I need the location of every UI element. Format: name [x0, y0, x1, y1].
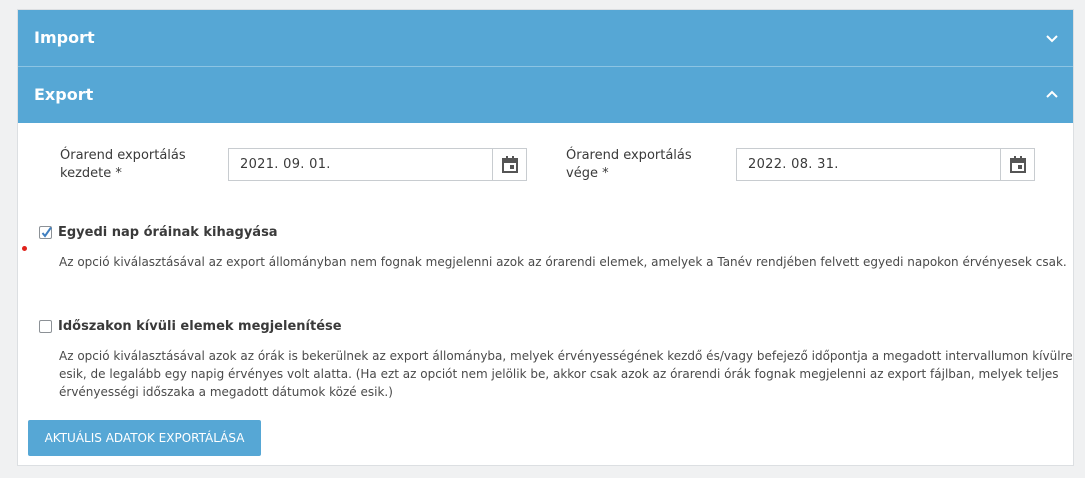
- out-of-range-label[interactable]: Időszakon kívüli elemek megjelenítése: [58, 318, 342, 336]
- settings-panel: Import Export Órarend exportálás kezdete…: [17, 9, 1074, 466]
- start-date-label: Órarend exportálás kezdete *: [60, 148, 186, 181]
- required-marker-dot: [22, 246, 27, 251]
- out-of-range-checkbox[interactable]: [39, 320, 52, 333]
- skip-custom-days-description: Az opció kiválasztásával az export állom…: [59, 255, 1067, 269]
- export-title: Export: [34, 85, 94, 104]
- end-date-calendar-button[interactable]: [1000, 149, 1034, 180]
- end-date-value: 2022. 08. 31.: [748, 157, 839, 172]
- calendar-icon: [502, 156, 518, 173]
- out-of-range-description-line-3: érvényességi időszaka a megadott dátumok…: [59, 385, 393, 399]
- chevron-down-icon[interactable]: [1045, 32, 1059, 44]
- start-date-value: 2021. 09. 01.: [240, 157, 331, 172]
- calendar-icon: [1010, 156, 1026, 173]
- start-date-field[interactable]: 2021. 09. 01.: [228, 148, 527, 181]
- export-current-data-button[interactable]: AKTUÁLIS ADATOK EXPORTÁLÁSA: [28, 420, 261, 456]
- checkmark-icon: [41, 226, 52, 238]
- skip-custom-days-label[interactable]: Egyedi nap óráinak kihagyása: [58, 224, 278, 242]
- out-of-range-description-line-1: Az opció kiválasztásával azok az órák is…: [59, 349, 1073, 363]
- end-date-field[interactable]: 2022. 08. 31.: [736, 148, 1035, 181]
- chevron-up-icon[interactable]: [1045, 89, 1059, 101]
- end-date-label: Órarend exportálás vége *: [566, 148, 692, 181]
- import-title: Import: [34, 28, 95, 47]
- export-accordion-header[interactable]: Export: [18, 67, 1073, 123]
- out-of-range-description-line-2: esik, de legalább egy napig érvényes vol…: [59, 367, 1059, 381]
- skip-custom-days-checkbox[interactable]: [39, 226, 52, 239]
- start-date-calendar-button[interactable]: [492, 149, 526, 180]
- import-accordion-header[interactable]: Import: [18, 10, 1073, 66]
